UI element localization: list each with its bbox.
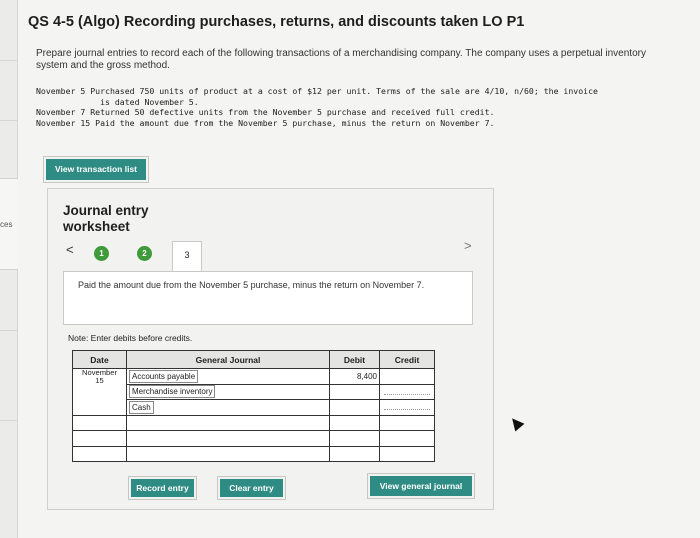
clear-entry-button[interactable]: Clear entry	[218, 477, 285, 499]
debit-input[interactable]	[329, 445, 380, 462]
step-1-indicator[interactable]: 1	[94, 246, 109, 261]
worksheet-title-text: Journal entry worksheet	[63, 203, 149, 234]
general-journal-header: General Journal	[126, 350, 330, 369]
account-cell[interactable]	[126, 414, 330, 431]
credit-input[interactable]	[379, 445, 435, 462]
left-sidebar-strip: ces	[0, 0, 18, 538]
account-select[interactable]: Cash	[129, 400, 154, 414]
date-input[interactable]	[72, 445, 127, 462]
instructions-text: Prepare journal entries to record each o…	[36, 48, 646, 71]
step-2-indicator[interactable]: 2	[137, 246, 152, 261]
page-title: QS 4-5 (Algo) Recording purchases, retur…	[28, 14, 525, 30]
mouse-cursor-icon	[507, 414, 525, 432]
record-entry-button[interactable]: Record entry	[129, 477, 196, 499]
journal-entry-worksheet: Journal entry worksheet < 1 2 3 > Paid t…	[47, 188, 494, 510]
credit-input[interactable]	[379, 430, 435, 447]
account-cell[interactable]	[126, 445, 330, 462]
table-row	[72, 414, 435, 431]
account-cell[interactable]	[126, 430, 330, 447]
debit-input[interactable]	[329, 399, 380, 416]
transaction-description-text: Paid the amount due from the November 5 …	[78, 280, 425, 290]
sidebar-tab-label: ces	[0, 220, 13, 229]
debit-header: Debit	[329, 350, 380, 369]
debit-input[interactable]	[329, 414, 380, 431]
sidebar-divider	[0, 60, 18, 61]
transaction-description: Paid the amount due from the November 5 …	[63, 271, 473, 325]
date-day: 15	[95, 376, 104, 385]
credit-header: Credit	[379, 350, 435, 369]
table-row	[72, 445, 435, 462]
transaction-line: November 5 Purchased 750 units of produc…	[36, 86, 598, 96]
credit-input[interactable]	[379, 399, 435, 416]
date-cell: November 15	[72, 368, 127, 416]
date-header: Date	[72, 350, 127, 369]
general-journal-table: Date General Journal Debit Credit Novemb…	[72, 350, 435, 462]
account-cell[interactable]: Cash	[126, 399, 330, 416]
sidebar-divider	[0, 330, 18, 331]
step-3-tab[interactable]: 3	[172, 241, 202, 271]
table-header-row: Date General Journal Debit Credit	[72, 350, 435, 369]
debit-input[interactable]: 8,400	[329, 368, 380, 385]
credit-input[interactable]	[379, 414, 435, 431]
table-row: Merchandise inventory	[73, 383, 435, 400]
view-general-journal-button[interactable]: View general journal	[368, 474, 474, 498]
transaction-list: November 5 Purchased 750 units of produc…	[36, 86, 686, 128]
transaction-line: November 7 Returned 50 defective units f…	[36, 107, 495, 117]
view-transaction-list-button[interactable]: View transaction list	[44, 157, 148, 182]
worksheet-title: Journal entry worksheet	[63, 203, 173, 235]
account-select[interactable]: Merchandise inventory	[129, 385, 216, 399]
debit-input[interactable]	[329, 383, 380, 400]
date-input[interactable]	[72, 430, 127, 447]
account-cell[interactable]: Merchandise inventory	[126, 383, 330, 400]
sidebar-divider	[0, 120, 18, 121]
previous-step-icon[interactable]: <	[66, 242, 74, 257]
next-step-icon[interactable]: >	[464, 238, 472, 253]
sidebar-divider	[0, 420, 18, 421]
date-input[interactable]	[72, 414, 127, 431]
table-row: Cash	[73, 399, 435, 416]
debits-note: Note: Enter debits before credits.	[68, 333, 193, 343]
table-row: November 15 Accounts payable 8,400	[72, 368, 435, 416]
credit-input[interactable]	[379, 383, 435, 400]
account-cell[interactable]: Accounts payable	[126, 368, 330, 385]
transaction-line: is dated November 5.	[36, 96, 199, 107]
debit-input[interactable]	[329, 430, 380, 447]
account-select[interactable]: Accounts payable	[129, 369, 199, 383]
table-row	[72, 430, 435, 447]
credit-input[interactable]	[379, 368, 435, 385]
transaction-line: November 15 Paid the amount due from the…	[36, 117, 495, 128]
